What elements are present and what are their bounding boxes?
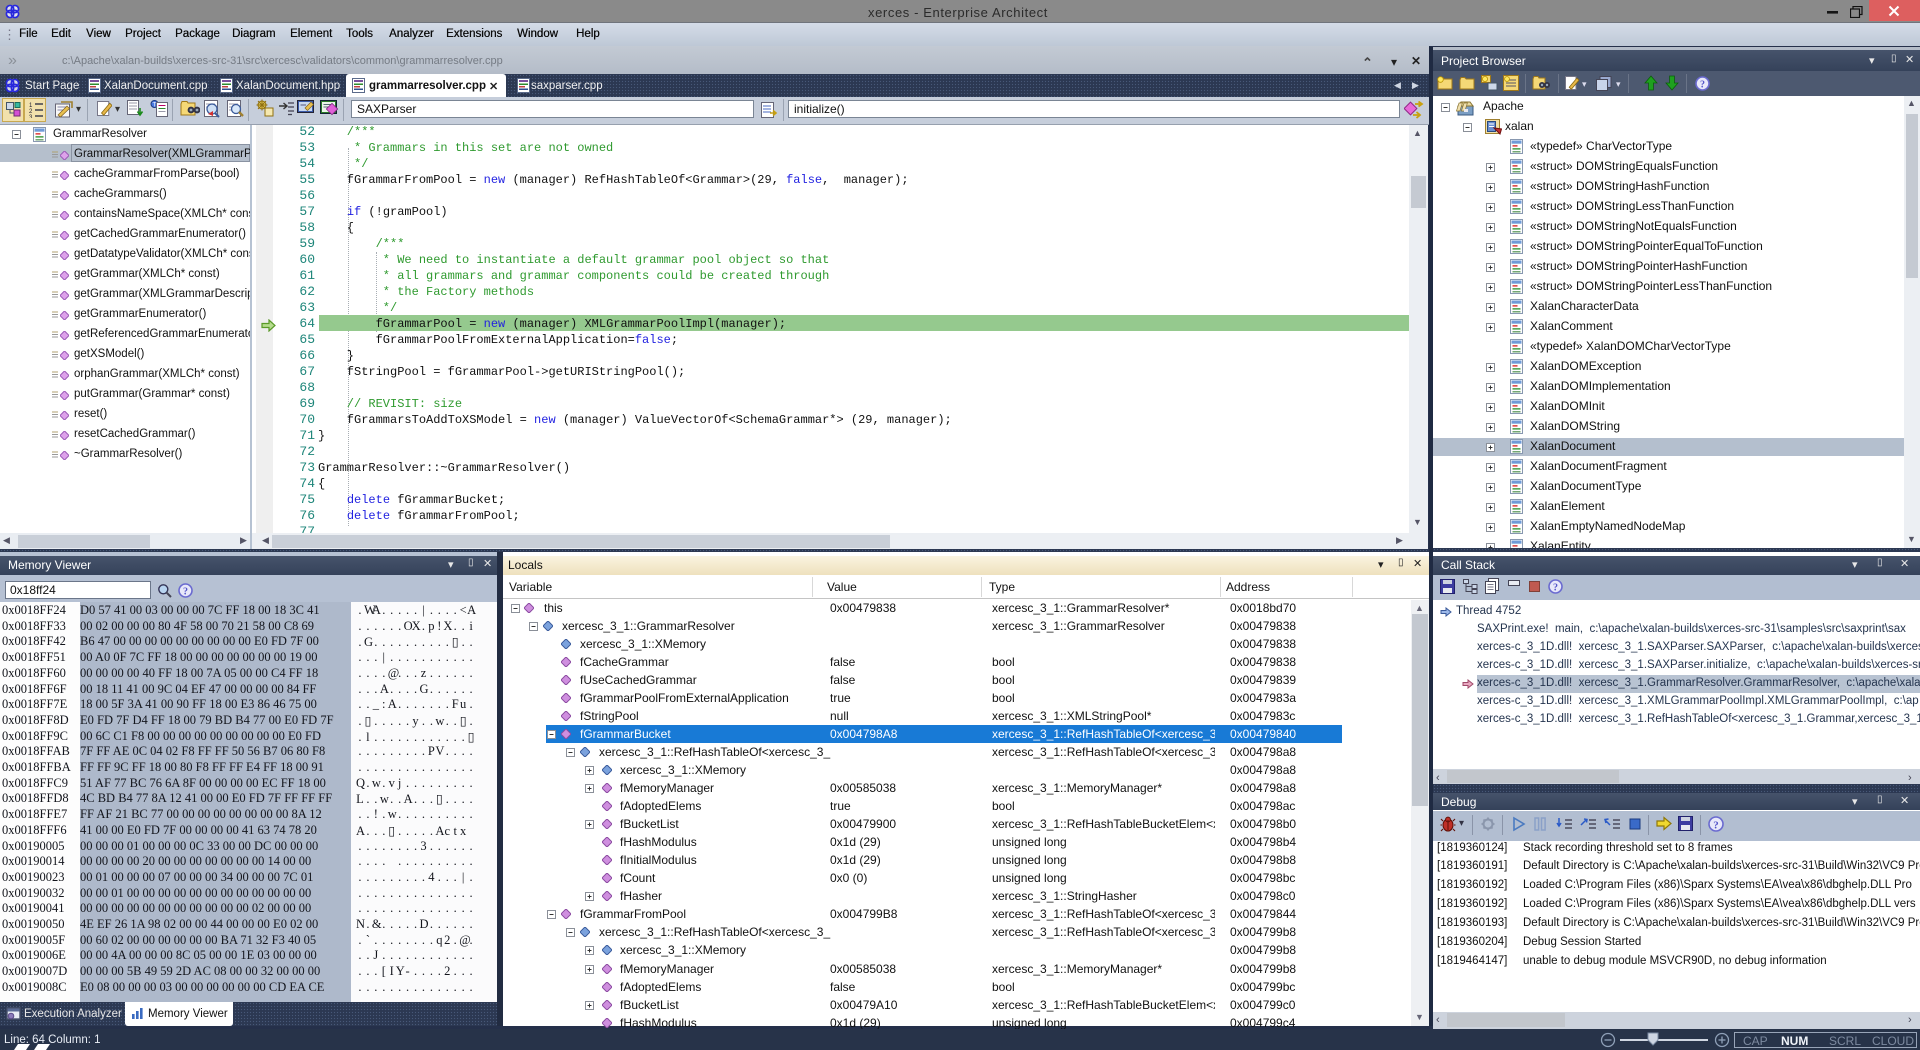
svg-text:3: 3	[29, 115, 33, 118]
svg-text:?: ?	[1700, 80, 1705, 91]
svg-text:?: ?	[1713, 820, 1719, 832]
svg-text:T: T	[153, 103, 157, 109]
svg-text:?: ?	[1553, 583, 1558, 594]
svg-text:?: ?	[183, 587, 188, 598]
